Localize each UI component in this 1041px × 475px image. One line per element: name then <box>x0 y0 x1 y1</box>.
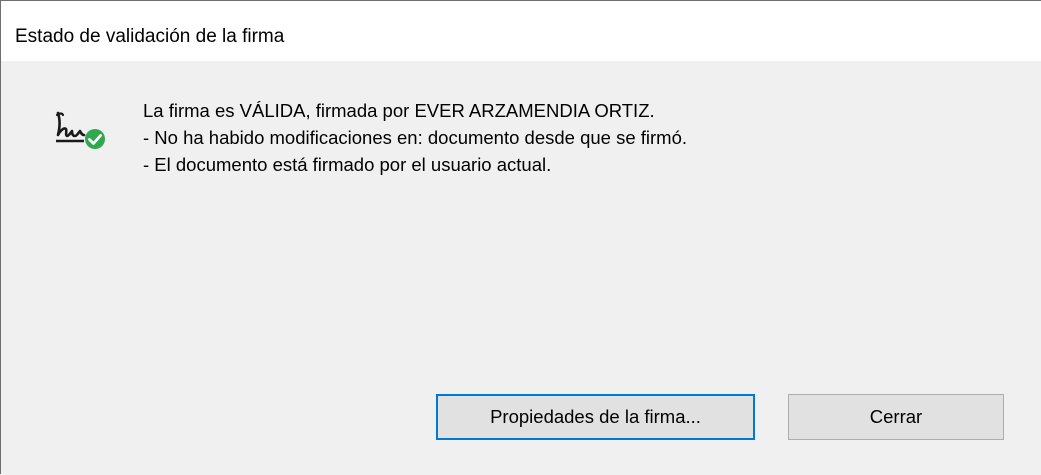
dialog-content: La firma es VÁLIDA, firmada por EVER ARZ… <box>1 61 1041 475</box>
close-button[interactable]: Cerrar <box>788 394 1004 440</box>
signature-validation-dialog: Estado de validación de la firma La firm… <box>0 0 1041 475</box>
validity-summary-text: La firma es VÁLIDA, firmada por EVER ARZ… <box>143 100 655 121</box>
validation-messages: La firma es VÁLIDA, firmada por EVER ARZ… <box>143 97 687 178</box>
signature-valid-icon <box>54 109 114 157</box>
modification-status-text: - No ha habido modificaciones en: docume… <box>143 127 688 148</box>
dialog-titlebar: Estado de validación de la firma <box>1 1 1041 61</box>
signature-properties-button[interactable]: Propiedades de la firma... <box>436 394 755 440</box>
dialog-title: Estado de validación de la firma <box>15 26 285 47</box>
signer-status-text: - El documento está firmado por el usuar… <box>143 154 552 175</box>
